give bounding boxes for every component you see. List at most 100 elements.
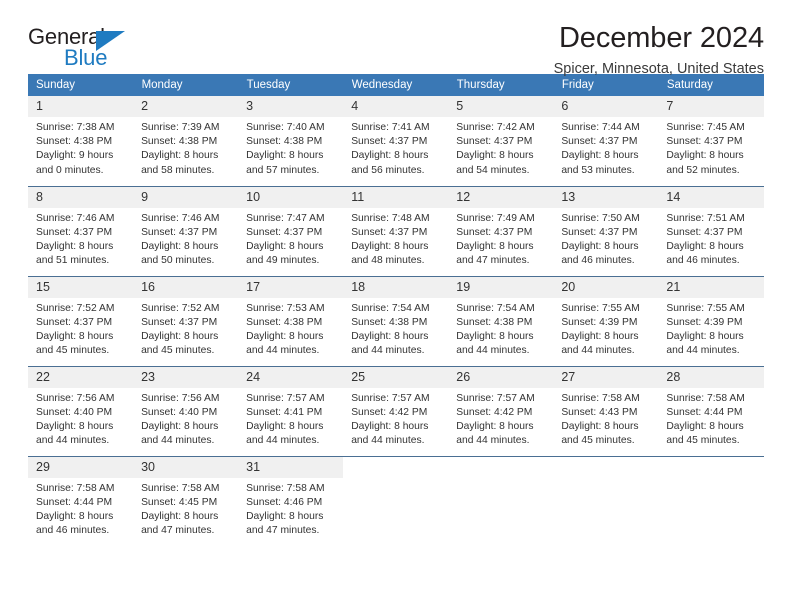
day-number: 1: [28, 96, 134, 117]
day-cell[interactable]: 4 Sunrise: 7:41 AM Sunset: 4:37 PM Daylight…: [343, 96, 449, 186]
daylight-line-1: Daylight: 8 hours: [141, 510, 219, 522]
sunrise-line: Sunrise: 7:56 AM: [36, 392, 115, 404]
day-cell[interactable]: 2 Sunrise: 7:39 AM Sunset: 4:38 PM Daylight…: [133, 96, 239, 186]
day-cell[interactable]: 18 Sunrise: 7:54 AM Sunset: 4:38 PM Dayligh…: [343, 275, 449, 366]
day-details: Sunrise: 7:58 AM Sunset: 4:43 PM Daylight:…: [553, 388, 658, 449]
sunset-line: Sunset: 4:37 PM: [666, 226, 743, 238]
sunset-line: Sunset: 4:37 PM: [141, 316, 218, 328]
day-cell[interactable]: 24 Sunrise: 7:57 AM Sunset: 4:41 PM Dayligh…: [238, 365, 344, 456]
daylight-line-2: and 51 minutes.: [36, 255, 110, 267]
sunrise-line: Sunrise: 7:57 AM: [456, 392, 535, 404]
day-details: Sunrise: 7:42 AM Sunset: 4:37 PM Daylight:…: [448, 117, 553, 178]
sunset-line: Sunset: 4:37 PM: [36, 226, 113, 238]
daylight-line-2: and 47 minutes.: [246, 525, 320, 537]
day-details: Sunrise: 7:53 AM Sunset: 4:38 PM Daylight:…: [238, 298, 343, 359]
day-cell[interactable]: 17 Sunrise: 7:53 AM Sunset: 4:38 PM Dayligh…: [238, 275, 344, 366]
sunrise-line: Sunrise: 7:58 AM: [561, 392, 640, 404]
day-cell[interactable]: 13 Sunrise: 7:50 AM Sunset: 4:37 PM Dayligh…: [553, 185, 659, 276]
week-row: 1 Sunrise: 7:38 AM Sunset: 4:38 PM Daylight…: [28, 96, 764, 186]
daylight-line-2: and 44 minutes.: [561, 345, 635, 357]
daylight-line-2: and 45 minutes.: [141, 345, 215, 357]
week-row: 15 Sunrise: 7:52 AM Sunset: 4:37 PM Dayligh…: [28, 275, 764, 366]
day-cell[interactable]: 30 Sunrise: 7:58 AM Sunset: 4:45 PM Dayligh…: [133, 455, 239, 546]
sunrise-line: Sunrise: 7:49 AM: [456, 212, 535, 224]
daylight-line-2: and 56 minutes.: [351, 164, 425, 176]
day-cell[interactable]: 15 Sunrise: 7:52 AM Sunset: 4:37 PM Dayligh…: [28, 275, 134, 366]
sunrise-line: Sunrise: 7:57 AM: [246, 392, 325, 404]
day-cell[interactable]: 9 Sunrise: 7:46 AM Sunset: 4:37 PM Daylight…: [133, 185, 239, 276]
day-cell[interactable]: 26 Sunrise: 7:57 AM Sunset: 4:42 PM Dayligh…: [448, 365, 554, 456]
daylight-line-1: Daylight: 8 hours: [246, 510, 324, 522]
sunrise-line: Sunrise: 7:41 AM: [351, 122, 430, 133]
day-cell[interactable]: 22 Sunrise: 7:56 AM Sunset: 4:40 PM Dayligh…: [28, 365, 134, 456]
daylight-line-1: Daylight: 8 hours: [36, 510, 114, 522]
sunset-line: Sunset: 4:37 PM: [456, 226, 533, 238]
daylight-line-2: and 45 minutes.: [36, 345, 110, 357]
sunrise-line: Sunrise: 7:46 AM: [141, 212, 220, 224]
day-cell[interactable]: 14 Sunrise: 7:51 AM Sunset: 4:37 PM Dayligh…: [658, 185, 764, 276]
sunset-line: Sunset: 4:37 PM: [666, 136, 743, 148]
day-cell[interactable]: 23 Sunrise: 7:56 AM Sunset: 4:40 PM Dayligh…: [133, 365, 239, 456]
day-details: Sunrise: 7:38 AM Sunset: 4:38 PM Daylight:…: [28, 117, 133, 178]
sunrise-line: Sunrise: 7:40 AM: [246, 122, 325, 133]
day-details: Sunrise: 7:58 AM Sunset: 4:44 PM Daylight:…: [658, 388, 763, 449]
daylight-line-2: and 57 minutes.: [246, 164, 320, 176]
day-number: 9: [133, 186, 239, 208]
day-details: Sunrise: 7:50 AM Sunset: 4:37 PM Daylight:…: [553, 208, 658, 269]
sunrise-line: Sunrise: 7:53 AM: [246, 302, 325, 314]
day-cell-empty: [448, 455, 554, 546]
sunset-line: Sunset: 4:39 PM: [666, 316, 743, 328]
day-cell[interactable]: 5 Sunrise: 7:42 AM Sunset: 4:37 PM Daylight…: [448, 96, 554, 186]
day-cell[interactable]: 27 Sunrise: 7:58 AM Sunset: 4:43 PM Dayligh…: [553, 365, 659, 456]
weekday-header-thursday: Thursday: [448, 74, 554, 96]
daylight-line-2: and 44 minutes.: [666, 345, 740, 357]
day-cell[interactable]: 31 Sunrise: 7:58 AM Sunset: 4:46 PM Dayligh…: [238, 455, 344, 546]
sunrise-line: Sunrise: 7:58 AM: [666, 392, 745, 404]
daylight-line-1: Daylight: 9 hours: [36, 150, 114, 162]
sunset-line: Sunset: 4:37 PM: [561, 136, 638, 148]
day-cell[interactable]: 11 Sunrise: 7:48 AM Sunset: 4:37 PM Dayligh…: [343, 185, 449, 276]
day-details: Sunrise: 7:40 AM Sunset: 4:38 PM Daylight:…: [238, 117, 343, 178]
day-cell[interactable]: 3 Sunrise: 7:40 AM Sunset: 4:38 PM Daylight…: [238, 96, 344, 186]
day-cell[interactable]: 16 Sunrise: 7:52 AM Sunset: 4:37 PM Dayligh…: [133, 275, 239, 366]
day-details: Sunrise: 7:58 AM Sunset: 4:46 PM Daylight:…: [238, 478, 343, 539]
day-number: [448, 456, 554, 478]
day-number: 27: [553, 366, 659, 388]
logo-word-blue: Blue: [64, 45, 108, 70]
sunset-line: Sunset: 4:38 PM: [246, 316, 323, 328]
day-cell[interactable]: 29 Sunrise: 7:58 AM Sunset: 4:44 PM Dayligh…: [28, 455, 134, 546]
day-cell[interactable]: 19 Sunrise: 7:54 AM Sunset: 4:38 PM Dayligh…: [448, 275, 554, 366]
day-number: 26: [448, 366, 554, 388]
day-cell[interactable]: 6 Sunrise: 7:44 AM Sunset: 4:37 PM Daylight…: [553, 96, 659, 186]
weekday-header-sunday: Sunday: [28, 74, 134, 96]
daylight-line-2: and 45 minutes.: [561, 435, 635, 447]
day-number: 21: [658, 276, 764, 298]
day-cell[interactable]: 21 Sunrise: 7:55 AM Sunset: 4:39 PM Dayligh…: [658, 275, 764, 366]
daylight-line-1: Daylight: 8 hours: [666, 150, 744, 162]
sunrise-line: Sunrise: 7:48 AM: [351, 212, 430, 224]
daylight-line-2: and 46 minutes.: [561, 255, 635, 267]
day-cell[interactable]: 10 Sunrise: 7:47 AM Sunset: 4:37 PM Dayligh…: [238, 185, 344, 276]
daylight-line-2: and 44 minutes.: [246, 345, 320, 357]
daylight-line-1: Daylight: 8 hours: [351, 420, 429, 432]
daylight-line-2: and 44 minutes.: [351, 435, 425, 447]
sunset-line: Sunset: 4:38 PM: [351, 316, 428, 328]
day-cell[interactable]: 20 Sunrise: 7:55 AM Sunset: 4:39 PM Dayligh…: [553, 275, 659, 366]
day-cell[interactable]: 8 Sunrise: 7:46 AM Sunset: 4:37 PM Daylight…: [28, 185, 134, 276]
day-number: [343, 456, 449, 478]
day-cell[interactable]: 1 Sunrise: 7:38 AM Sunset: 4:38 PM Daylight…: [28, 96, 134, 186]
day-cell[interactable]: 28 Sunrise: 7:58 AM Sunset: 4:44 PM Dayligh…: [658, 365, 764, 456]
sunrise-line: Sunrise: 7:51 AM: [666, 212, 745, 224]
sunset-line: Sunset: 4:42 PM: [456, 406, 533, 418]
day-cell[interactable]: 7 Sunrise: 7:45 AM Sunset: 4:37 PM Daylight…: [658, 96, 764, 186]
day-details: Sunrise: 7:41 AM Sunset: 4:37 PM Daylight:…: [343, 117, 448, 178]
daylight-line-2: and 45 minutes.: [666, 435, 740, 447]
sunset-line: Sunset: 4:42 PM: [351, 406, 428, 418]
sunset-line: Sunset: 4:37 PM: [561, 226, 638, 238]
day-number: 2: [133, 96, 239, 117]
sunrise-line: Sunrise: 7:52 AM: [141, 302, 220, 314]
day-cell[interactable]: 12 Sunrise: 7:49 AM Sunset: 4:37 PM Dayligh…: [448, 185, 554, 276]
day-cell[interactable]: 25 Sunrise: 7:57 AM Sunset: 4:42 PM Dayligh…: [343, 365, 449, 456]
sunrise-line: Sunrise: 7:57 AM: [351, 392, 430, 404]
daylight-line-1: Daylight: 8 hours: [666, 240, 744, 252]
